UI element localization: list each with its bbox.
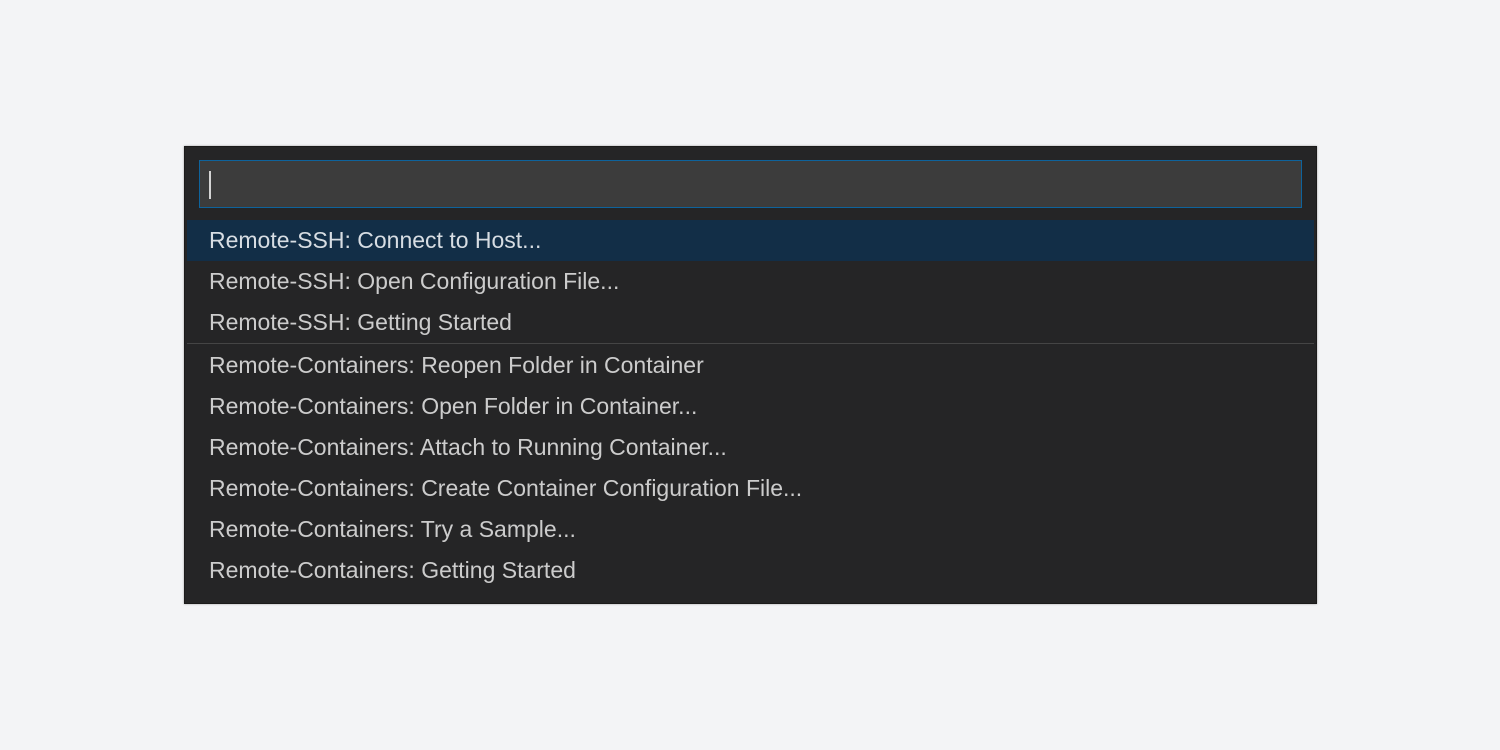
command-item-connect-to-host[interactable]: Remote-SSH: Connect to Host...	[187, 220, 1314, 261]
command-item-try-a-sample[interactable]: Remote-Containers: Try a Sample...	[187, 509, 1314, 550]
command-item-reopen-folder-in-container[interactable]: Remote-Containers: Reopen Folder in Cont…	[187, 345, 1314, 386]
command-group-remote-ssh: Remote-SSH: Connect to Host... Remote-SS…	[187, 220, 1314, 343]
text-caret	[209, 171, 211, 199]
command-item-open-folder-in-container[interactable]: Remote-Containers: Open Folder in Contai…	[187, 386, 1314, 427]
command-item-open-configuration-file[interactable]: Remote-SSH: Open Configuration File...	[187, 261, 1314, 302]
command-list: Remote-SSH: Connect to Host... Remote-SS…	[187, 220, 1314, 591]
group-separator	[187, 343, 1314, 344]
command-group-remote-containers: Remote-Containers: Reopen Folder in Cont…	[187, 345, 1314, 591]
command-palette: Remote-SSH: Connect to Host... Remote-SS…	[184, 146, 1317, 604]
command-item-create-container-configuration-file[interactable]: Remote-Containers: Create Container Conf…	[187, 468, 1314, 509]
command-input-container[interactable]	[199, 160, 1302, 208]
command-item-ssh-getting-started[interactable]: Remote-SSH: Getting Started	[187, 302, 1314, 343]
command-search-input[interactable]	[200, 161, 1301, 207]
command-item-containers-getting-started[interactable]: Remote-Containers: Getting Started	[187, 550, 1314, 591]
command-item-attach-to-running-container[interactable]: Remote-Containers: Attach to Running Con…	[187, 427, 1314, 468]
